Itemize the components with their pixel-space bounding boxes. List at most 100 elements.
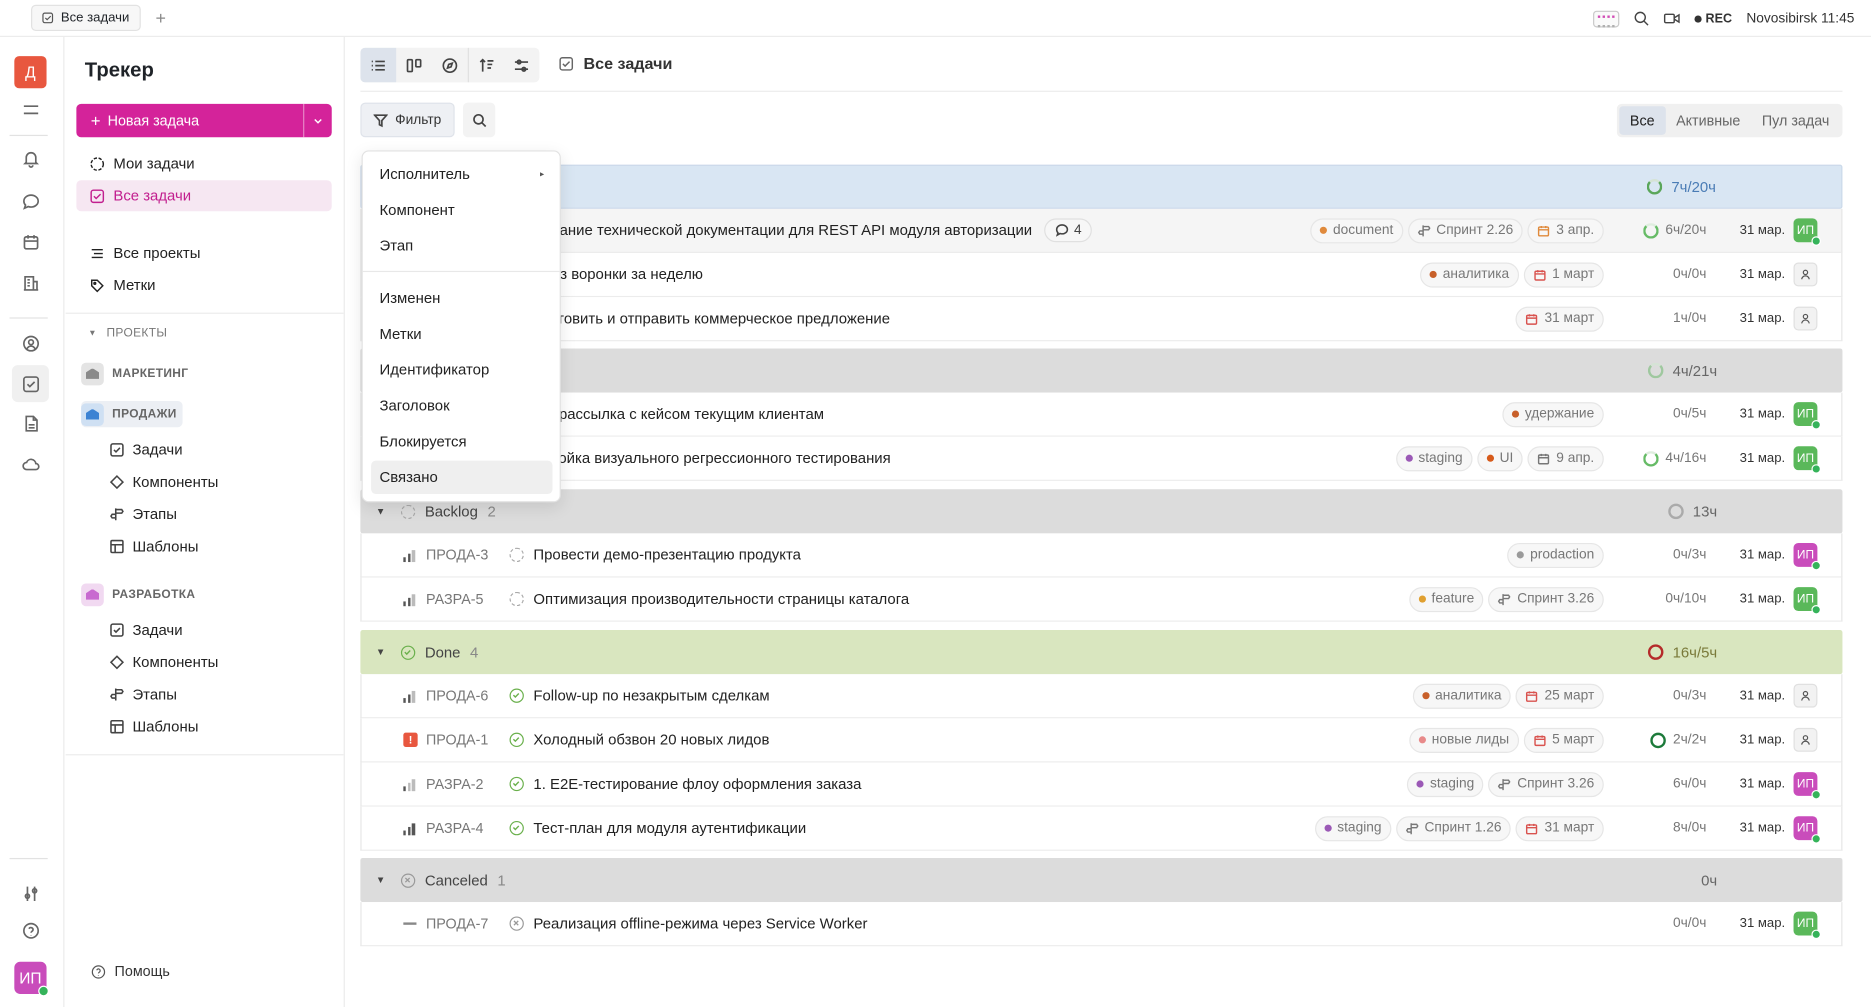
filter-option-tags[interactable]: Метки	[371, 317, 552, 350]
priority-bars-icon[interactable]	[403, 777, 417, 792]
browser-tab[interactable]: Все задачи	[31, 4, 142, 32]
sidebar-item-tags[interactable]: Метки	[76, 270, 331, 301]
due-date-chip[interactable]: 9 апр.	[1527, 445, 1604, 471]
task-row[interactable]: Написание технической документации для R…	[360, 208, 1843, 253]
task-group-header[interactable]: ▼ Done 4 16ч/5ч	[360, 630, 1843, 675]
task-group-header[interactable]: 7ч/20ч	[360, 164, 1843, 209]
contacts-icon[interactable]	[17, 329, 46, 358]
tag-chip[interactable]: feature	[1408, 586, 1484, 612]
sprint-chip[interactable]: Спринт 3.26	[1488, 586, 1604, 612]
caret-down-icon[interactable]: ▼	[376, 506, 385, 517]
task-id[interactable]: РАЗРА-4	[426, 820, 484, 837]
priority-bars-icon[interactable]	[403, 821, 417, 836]
task-id[interactable]: РАЗРА-5	[426, 591, 484, 608]
task-title[interactable]: Подготовить и отправить коммерческое пре…	[517, 310, 890, 327]
priority-bars-icon[interactable]	[403, 548, 417, 563]
task-id[interactable]: ПРОДА-1	[426, 731, 488, 748]
task-group-header[interactable]: ▼ Backlog 2 13ч	[360, 489, 1843, 534]
search-button[interactable]	[463, 102, 496, 138]
chat-icon[interactable]	[17, 187, 46, 216]
sales-sub-components[interactable]: Компоненты	[109, 469, 218, 495]
tag-chip[interactable]: document	[1310, 217, 1403, 243]
sidebar-item-all-projects[interactable]: Все проекты	[76, 237, 331, 268]
segment-all[interactable]: Все	[1619, 106, 1666, 135]
caret-down-icon[interactable]: ▼	[376, 647, 385, 658]
urgent-priority-icon[interactable]: !	[403, 732, 418, 748]
due-date-chip[interactable]: 1 март	[1523, 261, 1604, 287]
due-date-chip[interactable]: 25 март	[1515, 683, 1604, 709]
task-row[interactable]: ПРОДА-3 Провести демо-презентацию продукт…	[360, 533, 1843, 578]
dev-sub-components[interactable]: Компоненты	[109, 649, 218, 675]
sidebar-item-all-tasks[interactable]: Все задачи	[76, 180, 332, 212]
task-row[interactable]: Подготовить и отправить коммерческое пре…	[360, 297, 1843, 342]
due-date-chip[interactable]: 5 март	[1523, 727, 1604, 753]
tag-chip[interactable]: staging	[1407, 771, 1484, 797]
project-marketing[interactable]: МАРКЕТИНГ	[81, 360, 194, 386]
document-icon[interactable]	[17, 409, 46, 438]
task-group-header[interactable]: ▼ Canceled 1 0ч	[360, 857, 1843, 903]
menu-icon[interactable]	[17, 95, 46, 124]
project-sales[interactable]: ПРОДАЖИ	[81, 400, 183, 428]
task-id[interactable]: РАЗРА-2	[426, 776, 484, 793]
timeline-view-button[interactable]	[432, 48, 468, 83]
building-icon[interactable]	[17, 268, 46, 297]
search-icon[interactable]	[1634, 11, 1650, 27]
due-date-chip[interactable]: 31 март	[1515, 306, 1604, 332]
caret-down-icon[interactable]: ▼	[376, 875, 385, 886]
sales-sub-tasks[interactable]: Задачи	[110, 437, 183, 463]
tag-chip[interactable]: новые лиды	[1409, 727, 1519, 753]
filter-option-identifier[interactable]: Идентификатор	[371, 353, 552, 386]
filter-option-stage[interactable]: Этап	[371, 229, 552, 262]
help-icon[interactable]	[17, 916, 46, 945]
assignee-avatar[interactable]: ИП	[1793, 587, 1821, 615]
help-link[interactable]: Помощь	[91, 963, 170, 980]
tracker-icon[interactable]	[11, 365, 49, 403]
assignee-avatar[interactable]: ИП	[1793, 542, 1821, 571]
dev-sub-stages[interactable]: Этапы	[110, 681, 177, 707]
filter-button[interactable]: Фильтр	[360, 102, 455, 138]
sales-sub-stages[interactable]: Этапы	[110, 501, 177, 527]
tag-chip[interactable]: удержание	[1502, 401, 1604, 427]
task-title[interactable]: Email-рассылка с кейсом текущим клиентам	[517, 406, 824, 423]
segment-pool[interactable]: Пул задач	[1751, 106, 1840, 135]
workspace-logo[interactable]: Д	[14, 56, 47, 89]
due-date-chip[interactable]: 31 март	[1515, 815, 1604, 841]
due-date-chip[interactable]: 3 апр.	[1527, 217, 1604, 243]
segment-active[interactable]: Активные	[1665, 106, 1751, 135]
task-title[interactable]: Написание технической документации для R…	[517, 222, 1032, 239]
unassigned-user-icon[interactable]	[1793, 727, 1818, 752]
task-group-header[interactable]: 4ч/21ч	[360, 348, 1843, 393]
task-title[interactable]: Оптимизация производительности страницы …	[533, 591, 909, 608]
unassigned-user-icon[interactable]	[1793, 262, 1818, 287]
projects-section-header[interactable]: ▼ ПРОЕКТЫ	[88, 327, 167, 340]
filter-option-assignee[interactable]: Исполнитель ▸	[371, 158, 552, 191]
tag-chip[interactable]: staging	[1395, 445, 1473, 471]
assignee-avatar[interactable]: ИП	[1793, 402, 1821, 430]
project-development[interactable]: РАЗРАБОТКА	[81, 581, 201, 607]
task-row[interactable]: РАЗРА-2 1. E2E-тестирование флоу оформлен…	[360, 762, 1843, 807]
board-view-button[interactable]	[396, 48, 432, 83]
task-title[interactable]: 1. E2E-тестирование флоу оформления зака…	[533, 776, 861, 793]
video-camera-icon[interactable]	[1664, 12, 1681, 25]
assignee-avatar[interactable]: ИП	[1793, 446, 1821, 474]
sprint-chip[interactable]: Спринт 2.26	[1407, 217, 1523, 243]
task-title[interactable]: Провести демо-презентацию продукта	[533, 547, 801, 564]
sidebar-item-my-tasks[interactable]: Мои задачи	[76, 148, 331, 179]
task-row[interactable]: ПРОДА-7 Реализация offline-режима через S…	[360, 902, 1843, 947]
bell-icon[interactable]	[17, 144, 46, 173]
task-id[interactable]: ПРОДА-7	[426, 915, 488, 932]
task-row[interactable]: Анализ воронки за неделю аналитика 1 март 0…	[360, 252, 1843, 298]
task-title[interactable]: Настройка визуального регрессионного тес…	[517, 450, 891, 467]
settings-sliders-icon[interactable]	[17, 879, 46, 908]
calendar-icon[interactable]	[17, 228, 46, 257]
task-title[interactable]: Follow-up по незакрытым сделкам	[533, 687, 769, 704]
sprint-chip[interactable]: Спринт 3.26	[1488, 771, 1604, 797]
sales-sub-templates[interactable]: Шаблоны	[110, 533, 198, 559]
assignee-avatar[interactable]: ИП	[1793, 816, 1821, 844]
dev-sub-tasks[interactable]: Задачи	[110, 617, 183, 643]
recording-indicator[interactable]: REC	[1694, 11, 1732, 26]
task-title[interactable]: Реализация offline-режима через Service …	[533, 915, 867, 932]
task-title[interactable]: Тест-план для модуля аутентификации	[533, 820, 806, 837]
filter-option-component[interactable]: Компонент	[371, 193, 552, 226]
priority-bars-icon[interactable]	[403, 689, 417, 703]
